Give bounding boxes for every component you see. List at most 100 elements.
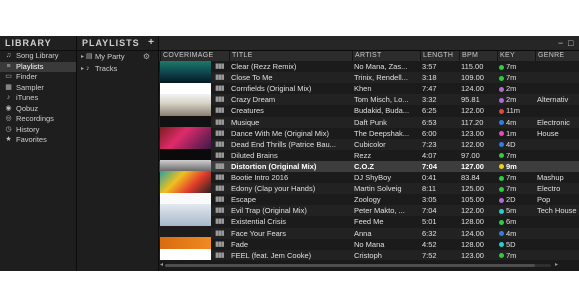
waveform-icon: ▮▮▮ xyxy=(215,174,225,181)
expand-arrow-icon[interactable]: ▸ xyxy=(81,63,84,75)
cover-art xyxy=(160,226,211,237)
library-item-history[interactable]: ◷ History xyxy=(0,125,76,136)
track-length: 3:18 xyxy=(422,73,437,83)
playlist-item-tracks[interactable]: ▸ ♪ Tracks xyxy=(77,63,158,75)
track-key-label: 5m xyxy=(506,206,517,216)
track-row[interactable]: ▮▮▮ Musique Daft Punk 6:53 117.20 4m Electroni… xyxy=(159,116,579,128)
maximize-button[interactable]: □ xyxy=(568,36,573,50)
column-key-header[interactable]: KEY xyxy=(497,51,535,61)
playlists-list: ▸ ▤ My Party ⚙ ▸ ♪ Tracks xyxy=(77,51,158,75)
playlist-item-my-party[interactable]: ▸ ▤ My Party ⚙ xyxy=(77,51,158,63)
track-row[interactable]: ▮▮▮ Creatures Budakid, Buda... 6:25 122.00 11… xyxy=(159,105,579,117)
cover-art xyxy=(160,160,211,171)
waveform-icon: ▮▮▮ xyxy=(215,162,225,170)
track-key-label: 4m xyxy=(506,117,517,127)
column-title-header[interactable]: TITLE xyxy=(229,51,352,61)
expand-arrow-icon[interactable]: ▸ xyxy=(81,51,84,63)
library-item-label: Finder xyxy=(16,72,38,81)
key-color-dot xyxy=(499,64,504,70)
column-bpm-header[interactable]: BPM xyxy=(459,51,497,61)
track-title: FEEL (feat. Jem Cooke) xyxy=(231,250,312,260)
minimize-button[interactable]: − xyxy=(558,36,563,50)
track-row[interactable]: ▮▮▮ FEEL (feat. Jem Cooke) Cristoph 7:52 123… xyxy=(159,249,579,260)
library-item-itunes[interactable]: ♪ iTunes xyxy=(0,93,76,104)
track-title: Face Your Fears xyxy=(231,228,287,238)
library-item-qobuz[interactable]: ◉ Qobuz xyxy=(0,104,76,115)
track-row[interactable]: ▮▮▮ Dead End Thrills (Patrice Bau... Cubic… xyxy=(159,138,579,150)
key-color-dot xyxy=(499,242,504,248)
track-bpm: 117.20 xyxy=(461,117,484,127)
track-row[interactable]: ▮▮▮ Dance With Me (Original Mix) The Deeps… xyxy=(159,127,579,139)
cover-art xyxy=(160,83,211,94)
track-key: 4m xyxy=(497,117,535,128)
track-key-label: 11m xyxy=(506,106,521,116)
playlists-title-label: PLAYLISTS xyxy=(82,38,140,48)
track-length: 8:11 xyxy=(422,184,437,194)
track-row[interactable]: ▮▮▮ Crazy Dream Tom Misch, Lo... 3:32 95.81 2… xyxy=(159,94,579,106)
column-artist-header[interactable]: ARTIST xyxy=(352,51,420,61)
track-key-label: 4m xyxy=(506,228,517,238)
library-item-label: iTunes xyxy=(16,93,39,102)
cover-art xyxy=(160,193,211,204)
library-item-finder[interactable]: ▭ Finder xyxy=(0,72,76,83)
track-key-label: 7m xyxy=(506,250,517,260)
track-list-toolbar: − □ xyxy=(159,36,579,51)
track-bpm: 122.00 xyxy=(461,206,484,216)
library-item-favorites[interactable]: ★ Favorites xyxy=(0,135,76,146)
column-length-header[interactable]: LENGTH xyxy=(420,51,459,61)
key-color-dot xyxy=(499,153,504,159)
library-item-recordings[interactable]: ◎ Recordings xyxy=(0,114,76,125)
column-genre-header[interactable]: GENRE xyxy=(535,51,579,61)
track-list-panel: − □ COVERIMAGE TITLE ARTIST LENGTH BPM KEY GEN… xyxy=(159,36,579,271)
key-color-dot xyxy=(499,253,504,259)
qobuz-icon: ◉ xyxy=(5,104,12,112)
track-row[interactable]: ▮▮▮ Fade No Mana 4:52 128.00 5D xyxy=(159,238,579,250)
track-genre xyxy=(535,105,579,116)
track-artist: Cubicolor xyxy=(354,139,386,149)
library-item-label: Playlists xyxy=(16,61,44,71)
scroll-right-icon[interactable]: ▸ xyxy=(555,261,558,268)
library-item-song-library[interactable]: ♫ Song Library xyxy=(0,51,76,62)
track-title: Musique xyxy=(231,117,260,127)
track-bpm: 123.00 xyxy=(461,128,484,138)
library-item-sampler[interactable]: ▦ Sampler xyxy=(0,83,76,94)
cover-art xyxy=(160,61,211,83)
track-key: 7m xyxy=(497,250,535,260)
waveform-icon: ▮▮▮ xyxy=(215,74,225,82)
track-row[interactable]: ▮▮▮ Existential Crisis Feed Me 5:01 128.00 6m xyxy=(159,216,579,228)
horizontal-scrollbar[interactable]: ◂ ▸ xyxy=(159,260,579,271)
gear-icon[interactable]: ⚙ xyxy=(143,51,150,63)
track-title: Close To Me xyxy=(231,73,273,83)
track-row[interactable]: ▮▮▮ Escape Zoology 3:05 105.00 2D Pop xyxy=(159,194,579,206)
scrollbar-thumb[interactable] xyxy=(165,264,535,267)
track-row[interactable]: ▮▮▮ Bootie Intro 2016 DJ ShyBoy 0:41 83.84 7m… xyxy=(159,172,579,184)
waveform-icon: ▮▮▮ xyxy=(215,129,225,137)
track-row[interactable]: ▮▮▮ Evil Trap (Original Mix) Peter Makto, … xyxy=(159,205,579,217)
track-genre xyxy=(535,239,579,250)
track-row[interactable]: ▮▮▮ Edony (Clap your Hands) Martin Solveig… xyxy=(159,183,579,195)
column-coverimage-header[interactable]: COVERIMAGE xyxy=(160,51,213,61)
track-row[interactable]: ▮▮▮ Face Your Fears Anna 6:32 124.00 4m xyxy=(159,227,579,239)
library-item-playlists[interactable]: ≡ Playlists xyxy=(0,61,76,72)
library-item-label: Qobuz xyxy=(16,103,39,113)
scroll-left-icon[interactable]: ◂ xyxy=(160,261,163,268)
track-row[interactable]: ▮▮▮ Clear (Rezz Remix) No Mana, Zas... 3:57… xyxy=(159,61,579,73)
track-length: 6:00 xyxy=(422,128,437,138)
track-title: Fade xyxy=(231,239,249,249)
track-artist: Tom Misch, Lo... xyxy=(354,95,409,105)
key-color-dot xyxy=(499,197,504,203)
track-length: 7:23 xyxy=(422,139,437,149)
track-row[interactable]: ▮▮▮ Close To Me Trinix, Rendell... 3:18 109.… xyxy=(159,72,579,84)
track-artist: Cristoph xyxy=(354,250,382,260)
track-artist: Feed Me xyxy=(354,217,384,227)
track-artist: No Mana, Zas... xyxy=(354,62,408,71)
library-item-label: Favorites xyxy=(16,135,47,144)
track-row[interactable]: ▮▮▮ Distortion (Original Mix) C.O.Z 7:04 127… xyxy=(159,160,579,173)
add-playlist-button[interactable]: + xyxy=(148,36,155,50)
key-color-dot xyxy=(499,175,504,181)
key-color-dot xyxy=(499,131,504,137)
track-artist: Rezz xyxy=(354,150,372,160)
track-row[interactable]: ▮▮▮ Cornfields (Original Mix) Khen 7:47 124.… xyxy=(159,83,579,95)
track-row[interactable]: ▮▮▮ Diluted Brains Rezz 4:07 97.00 7m xyxy=(159,149,579,161)
library-item-label: Sampler xyxy=(16,82,44,92)
